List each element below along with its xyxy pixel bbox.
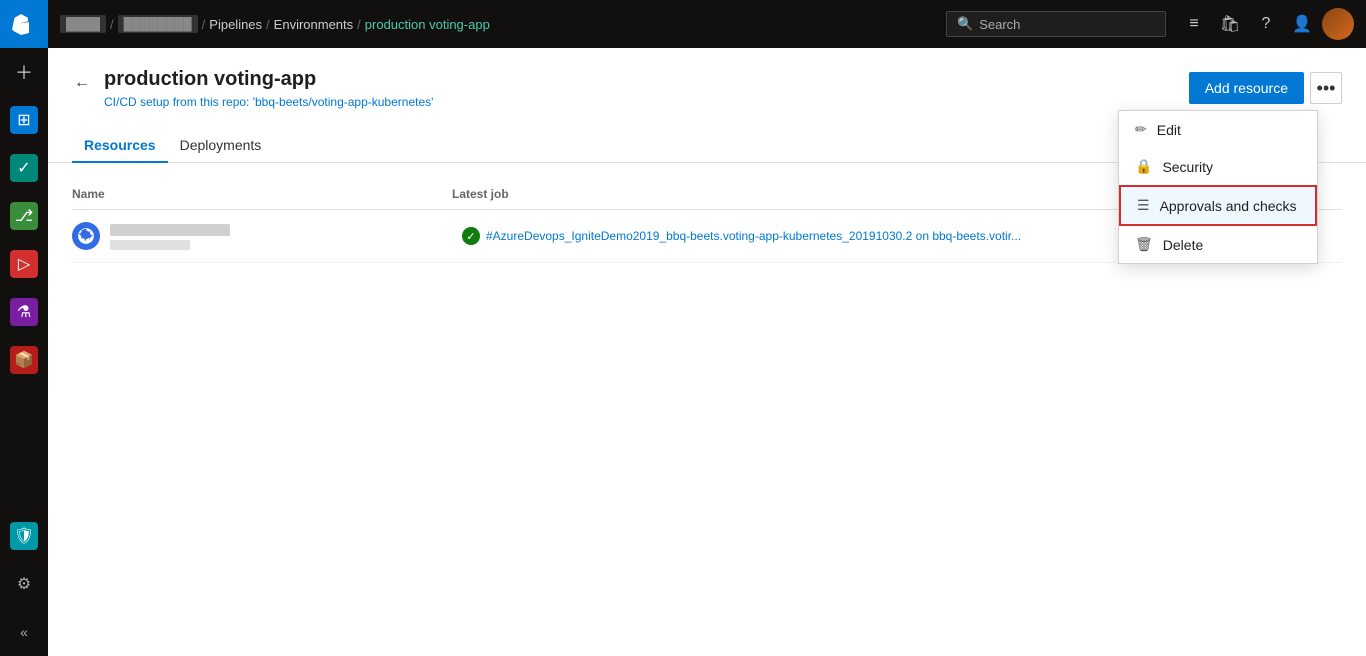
- status-success-icon: ✓: [462, 227, 480, 245]
- approvals-icon: ☰: [1137, 197, 1150, 214]
- menu-item-delete[interactable]: 🗑 Delete: [1119, 226, 1317, 263]
- home-icon: ⊞: [10, 106, 38, 134]
- repos-icon: ⎇: [10, 202, 38, 230]
- breadcrumb-current: production voting-app: [365, 17, 490, 32]
- search-box[interactable]: 🔍 Search: [946, 11, 1166, 37]
- kubernetes-icon: [72, 222, 100, 250]
- collapse-icon: «: [20, 624, 28, 640]
- breadcrumb-environments[interactable]: Environments: [274, 17, 353, 32]
- page-subtitle[interactable]: CI/CD setup from this repo: 'bbq-beets/v…: [104, 95, 433, 109]
- menu-label-delete: Delete: [1163, 237, 1203, 253]
- ellipsis-icon: •••: [1317, 78, 1336, 99]
- job-link[interactable]: #AzureDevops_IgniteDemo2019_bbq-beets.vo…: [486, 229, 1021, 243]
- page-header: ← production voting-app CI/CD setup from…: [48, 48, 1366, 109]
- edit-icon: ✏: [1135, 121, 1147, 138]
- resource-name-blurred: [110, 224, 230, 236]
- breadcrumb-pipelines[interactable]: Pipelines: [209, 17, 262, 32]
- boards-icon: ✓: [10, 154, 38, 182]
- add-resource-button[interactable]: Add resource: [1189, 72, 1304, 104]
- sidebar-item-repos[interactable]: ⎇: [0, 192, 48, 240]
- pipelines-icon: ▷: [10, 250, 38, 278]
- content-area: ← production voting-app CI/CD setup from…: [48, 48, 1366, 656]
- sidebar-item-boards[interactable]: ✓: [0, 144, 48, 192]
- add-icon: ＋: [15, 59, 33, 85]
- delete-icon: 🗑: [1135, 236, 1153, 253]
- sidebar-item-settings[interactable]: ⚙: [0, 560, 48, 608]
- menu-label-approvals: Approvals and checks: [1160, 198, 1297, 214]
- avatar[interactable]: [1322, 8, 1354, 40]
- project-blurred[interactable]: ████████: [118, 15, 198, 33]
- lock-icon: 🔒: [1135, 158, 1152, 175]
- sidebar-item-pipelines[interactable]: ▷: [0, 240, 48, 288]
- tab-deployments[interactable]: Deployments: [168, 129, 274, 163]
- menu-item-approvals[interactable]: ☰ Approvals and checks: [1119, 185, 1317, 226]
- list-view-icon[interactable]: ≡: [1178, 8, 1210, 40]
- menu-label-security: Security: [1162, 159, 1213, 175]
- sidebar-logo[interactable]: [0, 0, 48, 48]
- search-placeholder: Search: [979, 17, 1020, 32]
- sidebar-item-home[interactable]: ⊞: [0, 96, 48, 144]
- artifacts-icon: 📦: [10, 346, 38, 374]
- breadcrumb: ████ / ████████ / Pipelines / Environmen…: [60, 15, 490, 33]
- menu-item-security[interactable]: 🔒 Security: [1119, 148, 1317, 185]
- page-header-left: ← production voting-app CI/CD setup from…: [72, 68, 433, 109]
- tab-resources[interactable]: Resources: [72, 129, 168, 163]
- context-menu: ✏ Edit 🔒 Security ☰ Approvals and checks…: [1118, 110, 1318, 264]
- settings-icon: ⚙: [17, 574, 31, 594]
- topbar: ████ / ████████ / Pipelines / Environmen…: [48, 0, 1366, 48]
- sidebar-item-artifacts[interactable]: 📦: [0, 336, 48, 384]
- sidebar-item-security[interactable]: 🛡: [0, 512, 48, 560]
- menu-item-edit[interactable]: ✏ Edit: [1119, 111, 1317, 148]
- sidebar-collapse-btn[interactable]: «: [0, 608, 48, 656]
- more-options-button[interactable]: •••: [1310, 72, 1342, 104]
- back-button[interactable]: ←: [72, 72, 92, 94]
- sidebar-item-add[interactable]: ＋: [0, 48, 48, 96]
- search-icon: 🔍: [957, 16, 973, 32]
- testplans-icon: ⚗: [10, 298, 38, 326]
- resource-icon: [72, 222, 100, 250]
- k8s-logo-icon: [77, 227, 95, 245]
- user-settings-icon[interactable]: 👤: [1286, 8, 1318, 40]
- page-header-right: Add resource •••: [1189, 72, 1342, 104]
- main-wrapper: ████ / ████████ / Pipelines / Environmen…: [48, 0, 1366, 656]
- help-icon[interactable]: ?: [1250, 8, 1282, 40]
- resource-name-area: [110, 222, 462, 250]
- org-blurred[interactable]: ████: [60, 15, 106, 33]
- col-header-name: Name: [72, 187, 452, 201]
- notifications-icon[interactable]: 🛍: [1214, 8, 1246, 40]
- sidebar-item-testplans[interactable]: ⚗: [0, 288, 48, 336]
- resource-sub-blurred: [110, 240, 190, 250]
- sidebar: ＋ ⊞ ✓ ⎇ ▷ ⚗ 📦 🛡 ⚙ «: [0, 0, 48, 656]
- topbar-actions: ≡ 🛍 ? 👤: [1178, 8, 1354, 40]
- security-shield-icon: 🛡: [10, 522, 38, 550]
- menu-label-edit: Edit: [1157, 122, 1181, 138]
- azure-devops-logo-icon: [12, 12, 36, 36]
- page-title-area: production voting-app CI/CD setup from t…: [104, 68, 433, 109]
- page-title: production voting-app: [104, 68, 433, 91]
